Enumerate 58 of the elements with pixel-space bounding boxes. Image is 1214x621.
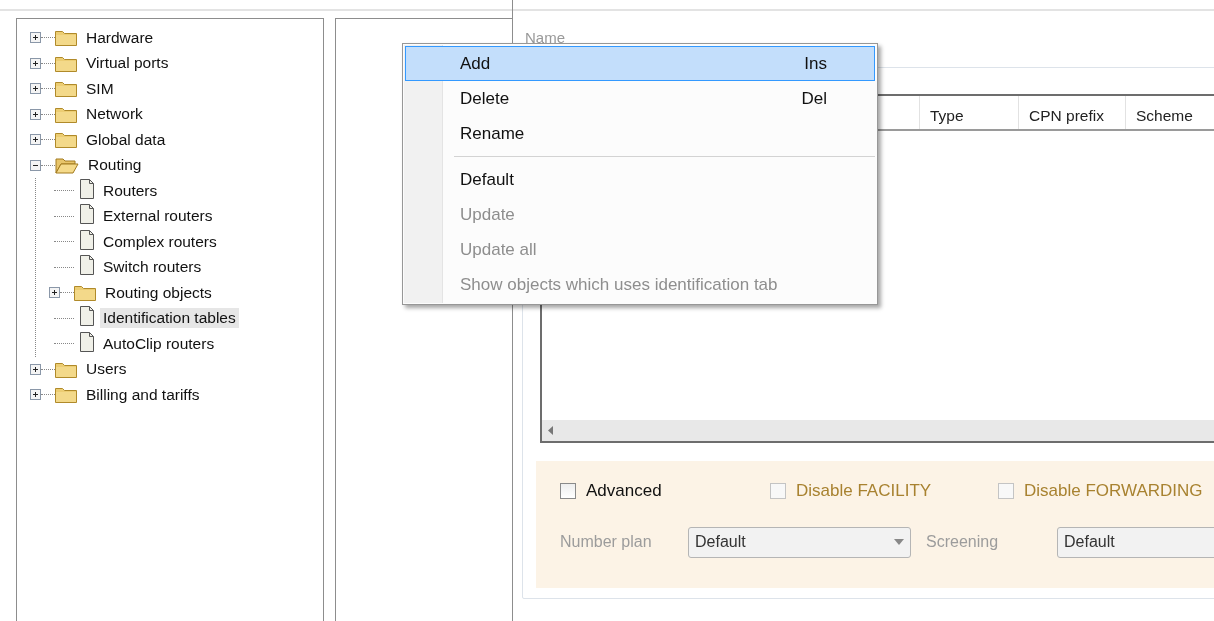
checkbox-label: Advanced: [586, 481, 662, 501]
tree-item[interactable]: Routing: [85, 155, 145, 176]
horizontal-scrollbar[interactable]: [542, 420, 1214, 441]
expand-icon[interactable]: [30, 363, 41, 375]
tree-item[interactable]: Global data: [83, 129, 169, 150]
tree-item[interactable]: SIM: [83, 78, 117, 99]
scroll-left-icon[interactable]: [548, 426, 553, 435]
menu-item[interactable]: Delete Del: [405, 81, 875, 116]
document-icon: [80, 255, 94, 276]
expand-icon[interactable]: [49, 287, 60, 299]
folder-icon: [74, 284, 96, 302]
document-icon: [80, 204, 94, 225]
menu-item[interactable]: Rename: [405, 116, 875, 151]
menu-item[interactable]: Default: [405, 162, 875, 197]
document-icon: [80, 178, 94, 199]
field-label: Screening: [926, 533, 1000, 551]
folder-icon: [55, 80, 77, 98]
tree-item[interactable]: Users: [83, 359, 130, 380]
checkbox[interactable]: [560, 483, 576, 499]
expand-icon[interactable]: [30, 108, 41, 120]
tree-item[interactable]: Routers: [100, 180, 161, 201]
folder-icon: [55, 29, 77, 47]
collapse-icon[interactable]: [30, 159, 41, 171]
column-header[interactable]: CPN prefix: [1029, 107, 1104, 125]
expand-icon[interactable]: [30, 32, 41, 44]
folder-icon: [55, 105, 77, 123]
tree-item[interactable]: Routing objects: [102, 282, 215, 303]
field-label: Name: [525, 29, 565, 46]
expand-icon[interactable]: [30, 83, 41, 95]
tree-item[interactable]: Billing and tariffs: [83, 384, 203, 405]
dropdown-arrow-icon: [894, 539, 904, 545]
menu-item[interactable]: Add Ins: [405, 46, 875, 81]
folder-icon: [55, 131, 77, 149]
tree-item[interactable]: Identification tables: [100, 308, 239, 329]
document-icon: [80, 306, 94, 327]
folder-icon: [55, 386, 77, 404]
document-icon: [80, 229, 94, 250]
tree-item[interactable]: Complex routers: [100, 231, 220, 252]
tree-item[interactable]: Virtual ports: [83, 53, 172, 74]
tree-item[interactable]: External routers: [100, 206, 216, 227]
expand-icon[interactable]: [30, 134, 41, 146]
shortcut-label: Del: [801, 88, 827, 109]
shortcut-label: Ins: [804, 53, 827, 74]
checkbox-label: Disable FORWARDING: [1024, 481, 1203, 501]
tree-item[interactable]: Switch routers: [100, 257, 205, 278]
tree-item[interactable]: AutoClip routers: [100, 333, 218, 354]
document-icon: [80, 331, 94, 352]
folder-icon: [55, 54, 77, 72]
tree-item[interactable]: Hardware: [83, 27, 157, 48]
checkbox-label: Disable FACILITY: [796, 481, 932, 501]
expand-icon[interactable]: [30, 57, 41, 69]
folder-icon: [55, 360, 77, 378]
column-header[interactable]: Type: [930, 107, 964, 125]
open-folder-icon: [55, 156, 79, 174]
column-header[interactable]: Scheme: [1136, 107, 1193, 125]
field-label: Number plan: [560, 533, 653, 551]
tree-item[interactable]: Network: [83, 104, 146, 125]
expand-icon[interactable]: [30, 389, 41, 401]
